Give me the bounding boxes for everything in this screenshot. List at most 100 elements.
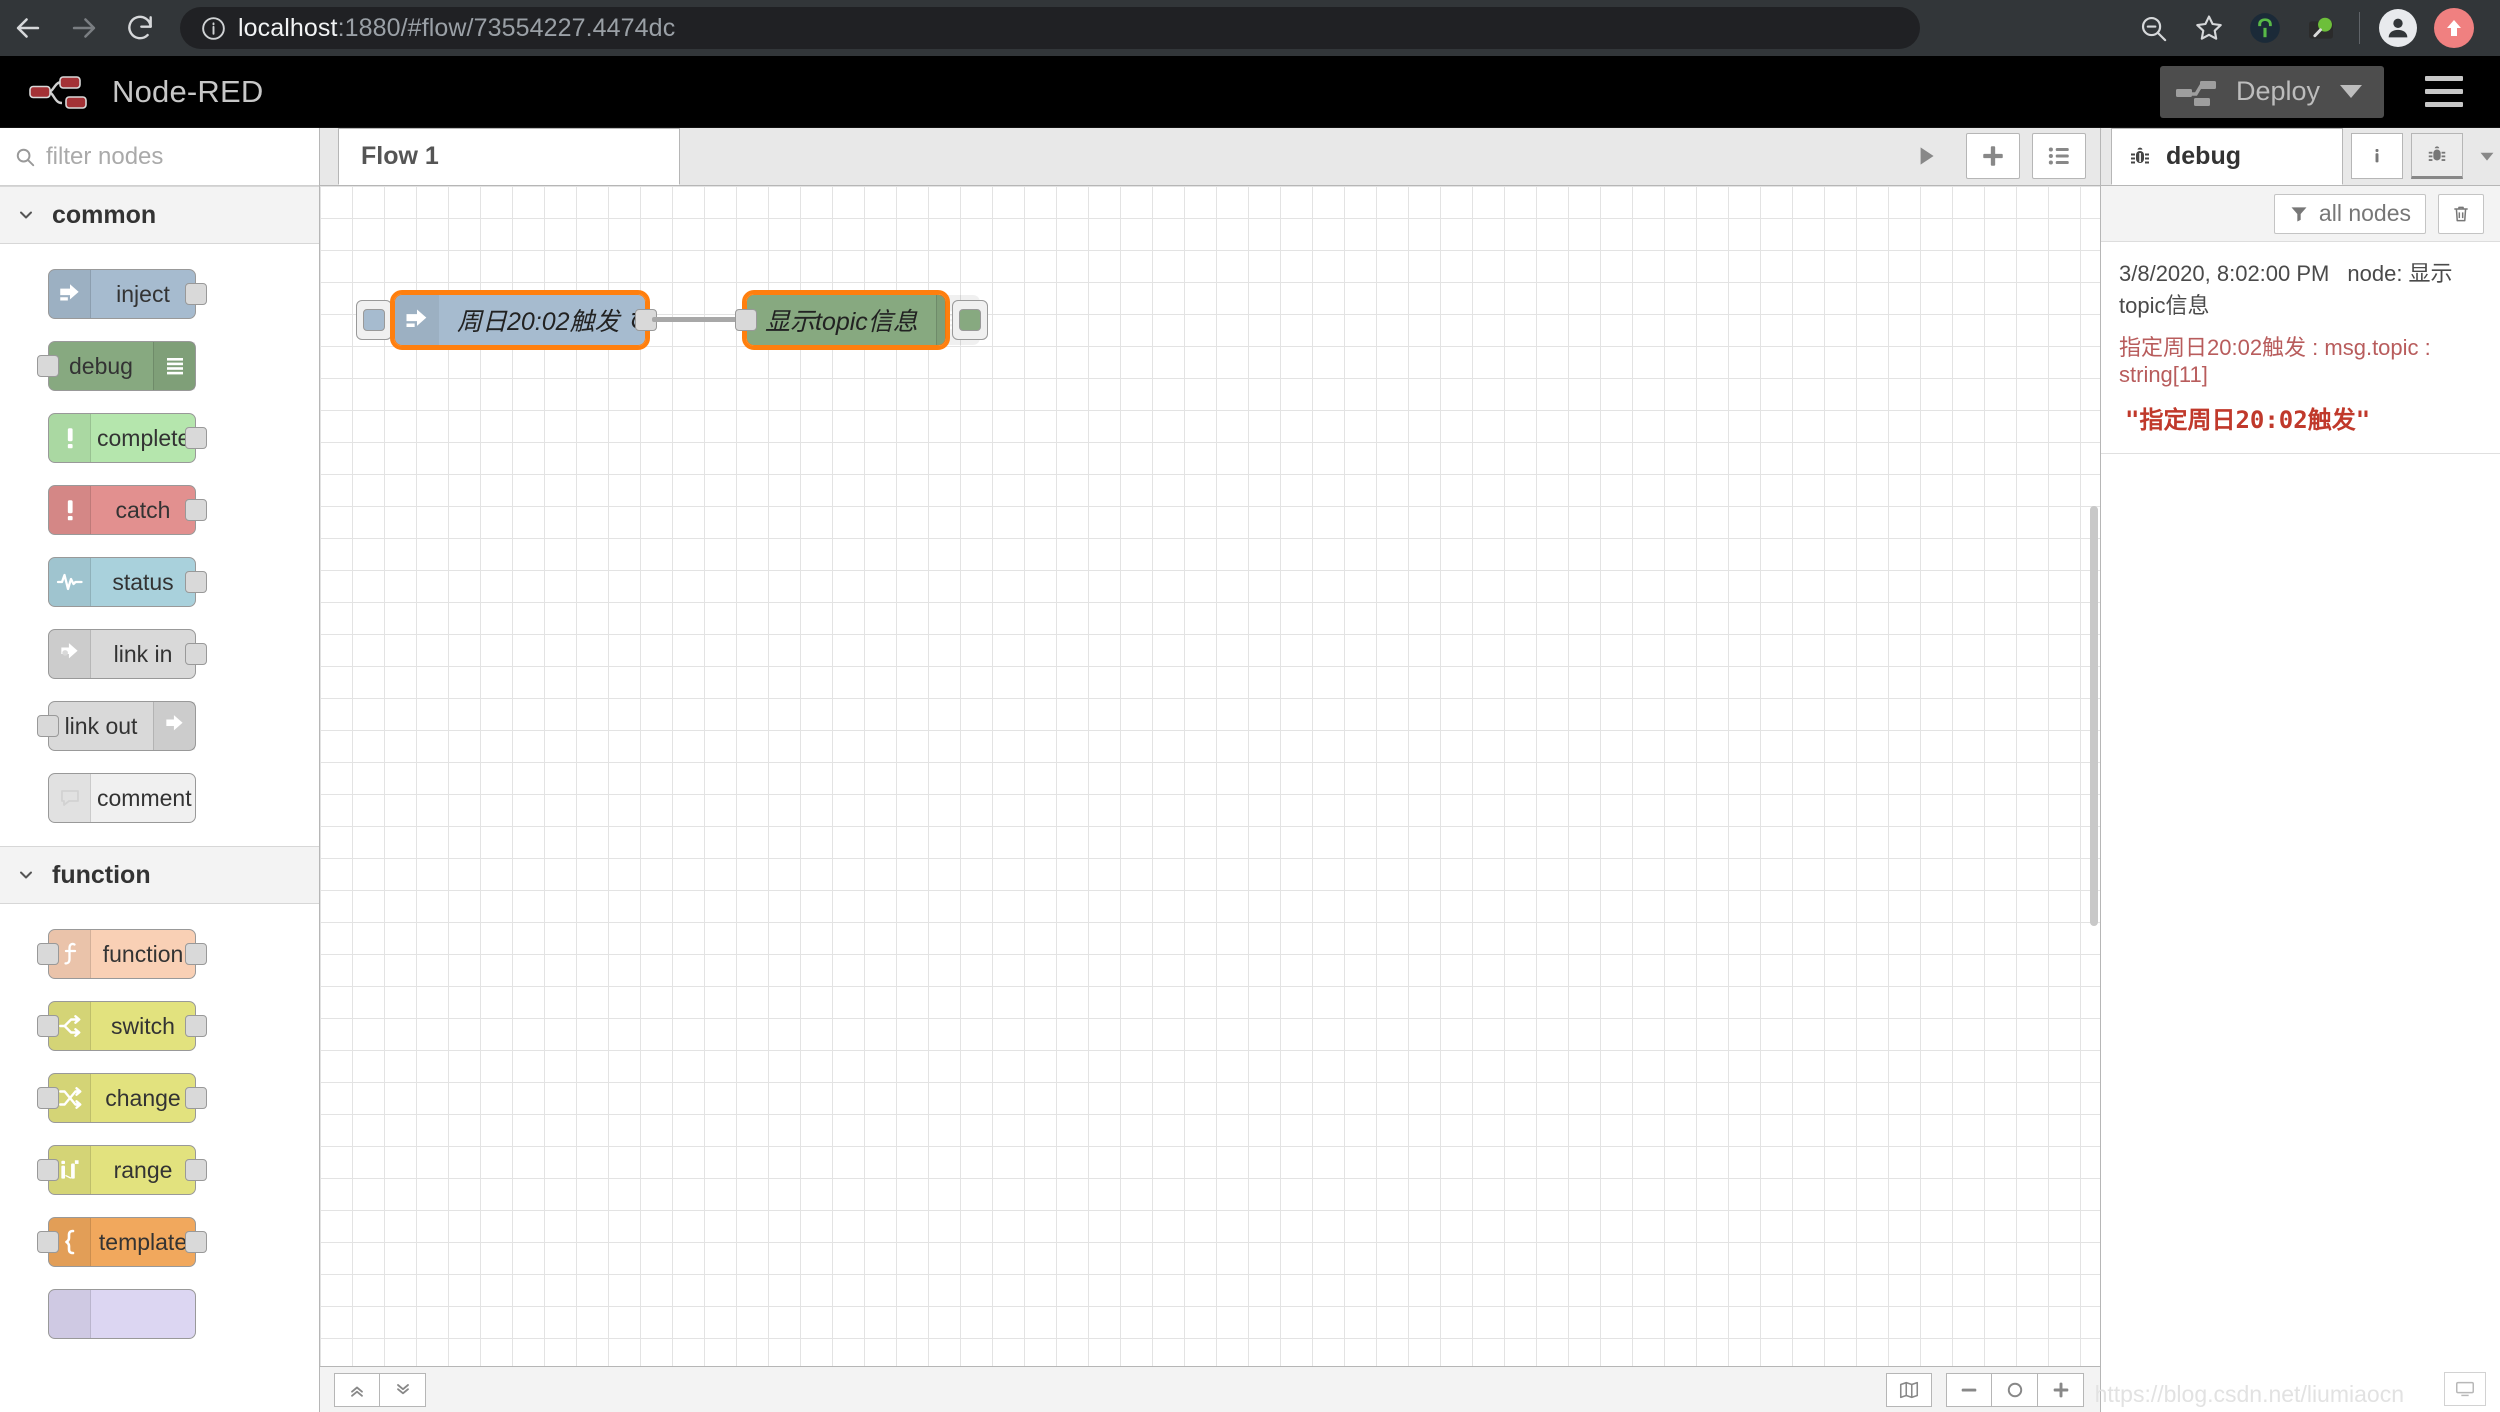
debug-node-toggle-button[interactable] <box>952 300 988 340</box>
zoom-out-button[interactable] <box>1946 1373 1992 1407</box>
palette-node-label: link in <box>91 641 195 668</box>
palette-search[interactable] <box>0 128 319 186</box>
node-input-port[interactable] <box>37 715 59 737</box>
flow-node-label: 显示topic信息 <box>747 302 936 338</box>
palette-node-template[interactable]: template <box>0 1206 319 1278</box>
node-output-port[interactable] <box>185 1015 207 1037</box>
sidebar-tab-debug[interactable]: debug <box>2111 128 2343 185</box>
debug-message[interactable]: 3/8/2020, 8:02:00 PMnode: 显示topic信息 指定周日… <box>2101 242 2500 454</box>
node-input-port[interactable] <box>37 1159 59 1181</box>
debug-filter-button[interactable]: all nodes <box>2274 194 2426 234</box>
zoom-in-button[interactable] <box>2038 1373 2084 1407</box>
palette-node-label: inject <box>91 281 195 308</box>
node-output-port[interactable] <box>185 499 207 521</box>
deploy-button[interactable]: Deploy <box>2160 66 2384 118</box>
palette-node-range[interactable]: range <box>0 1134 319 1206</box>
palette-node-complete[interactable]: complete <box>0 402 319 474</box>
zoom-out-magnifier-icon[interactable] <box>2125 0 2181 56</box>
debug-clear-button[interactable] <box>2438 194 2484 234</box>
editor-footer <box>320 1366 2100 1412</box>
palette-node-status[interactable]: status <box>0 546 319 618</box>
palette-node-function[interactable]: function <box>0 918 319 990</box>
palette-node-catch[interactable]: catch <box>0 474 319 546</box>
flow-tab-flow1[interactable]: Flow 1 <box>338 128 680 185</box>
expand-all-button[interactable] <box>380 1373 426 1407</box>
user-avatar-icon[interactable] <box>2370 0 2426 56</box>
flow-node-inject[interactable]: 周日20:02触发 ↻ <box>394 294 646 346</box>
update-arrow-icon[interactable] <box>2426 0 2482 56</box>
node-output-port[interactable] <box>185 943 207 965</box>
address-bar[interactable]: localhost:1880/#flow/73554227.4474dc <box>180 7 1920 49</box>
add-flow-button[interactable] <box>1966 133 2020 179</box>
inject-node-trigger-button[interactable] <box>356 300 392 340</box>
app-logo[interactable]: Node-RED <box>0 72 263 112</box>
sidebar-tab-bar: debug <box>2101 128 2500 186</box>
navigator-map-icon <box>1898 1379 1920 1401</box>
chevron-down-icon[interactable] <box>2340 85 2362 98</box>
flow-wire[interactable] <box>652 317 748 322</box>
node-output-port[interactable] <box>185 1087 207 1109</box>
palette-node-link-in[interactable]: link in <box>0 618 319 690</box>
chevron-double-down-icon <box>393 1380 413 1400</box>
plus-icon <box>2050 1379 2072 1401</box>
star-icon[interactable] <box>2181 0 2237 56</box>
palette-node-label: template <box>91 1229 195 1256</box>
filter-nodes-input[interactable] <box>46 143 305 171</box>
sidebar-info-button[interactable] <box>2351 133 2403 179</box>
toggle-button-inner <box>959 309 981 331</box>
evernote-extension-icon[interactable] <box>2237 0 2293 56</box>
browser-reload-button[interactable] <box>112 0 168 56</box>
flow-node-debug[interactable]: 显示topic信息 <box>746 294 946 346</box>
palette-node-switch[interactable]: switch <box>0 990 319 1062</box>
palette-node-inject[interactable]: inject <box>0 258 319 330</box>
node-output-port[interactable] <box>185 1159 207 1181</box>
menu-line <box>2425 89 2463 94</box>
list-flows-button[interactable] <box>2032 133 2086 179</box>
play-triangle-icon[interactable] <box>1898 127 1954 185</box>
flow-canvas[interactable]: 周日20:02触发 ↻ 显示topic信息 <box>320 186 2100 1366</box>
deploy-icon <box>2174 77 2220 107</box>
node-output-port[interactable] <box>185 427 207 449</box>
node-input-port[interactable] <box>735 309 757 331</box>
minus-icon <box>1958 1379 1980 1401</box>
palette-node-label: catch <box>91 497 195 524</box>
browser-back-button[interactable] <box>0 0 56 56</box>
palette-node-label: complete <box>91 425 196 452</box>
screenshot-extension-icon[interactable] <box>2293 0 2349 56</box>
sidebar-debug-button[interactable] <box>2411 133 2463 179</box>
palette-category-function[interactable]: function <box>0 846 319 904</box>
inject-arrow-icon <box>395 295 439 345</box>
monitor-icon[interactable] <box>2444 1372 2486 1406</box>
palette-node-link-out[interactable]: link out <box>0 690 319 762</box>
palette-node-debug[interactable]: debug <box>0 330 319 402</box>
deploy-label: Deploy <box>2220 76 2340 107</box>
palette-node-label: comment <box>91 785 198 812</box>
node-output-port[interactable] <box>185 643 207 665</box>
category-label: function <box>52 861 151 890</box>
navigator-map-button[interactable] <box>1886 1373 1932 1407</box>
palette-category-common[interactable]: common <box>0 186 319 244</box>
hamburger-menu-icon[interactable] <box>2412 64 2476 120</box>
palette-node-change[interactable]: change <box>0 1062 319 1134</box>
node-output-port[interactable] <box>185 283 207 305</box>
chevron-down-icon <box>16 865 36 885</box>
palette-node-comment[interactable]: comment <box>0 762 319 834</box>
node-input-port[interactable] <box>37 1015 59 1037</box>
node-input-port[interactable] <box>37 1231 59 1253</box>
link-out-icon <box>153 702 195 750</box>
chevron-double-up-icon <box>347 1380 367 1400</box>
collapse-all-button[interactable] <box>334 1373 380 1407</box>
zoom-reset-button[interactable] <box>1992 1373 2038 1407</box>
canvas-vertical-scrollbar[interactable] <box>2090 506 2098 926</box>
browser-toolbar-right <box>2125 0 2500 56</box>
browser-forward-button[interactable] <box>56 0 112 56</box>
node-output-port[interactable] <box>185 1231 207 1253</box>
right-sidebar: debug <box>2100 128 2500 1412</box>
node-input-port[interactable] <box>37 1087 59 1109</box>
palette-node-partial[interactable] <box>0 1278 319 1350</box>
circle-icon <box>2004 1379 2026 1401</box>
node-input-port[interactable] <box>37 355 59 377</box>
sidebar-more-button[interactable] <box>2463 127 2500 185</box>
node-output-port[interactable] <box>185 571 207 593</box>
node-input-port[interactable] <box>37 943 59 965</box>
